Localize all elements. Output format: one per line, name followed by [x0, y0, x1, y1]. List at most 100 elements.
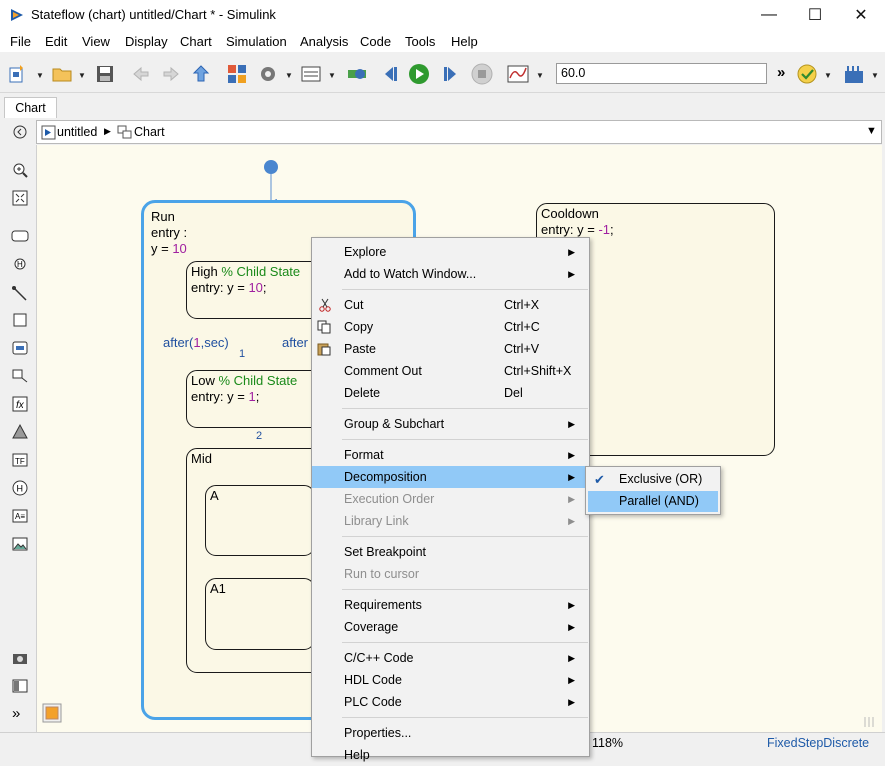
model-advisor-icon[interactable] — [796, 63, 818, 85]
chevron-down-icon[interactable]: ▼ — [285, 71, 293, 80]
open-folder-icon[interactable] — [51, 63, 73, 85]
transition-label-after[interactable]: after — [282, 335, 308, 350]
default-transition-icon[interactable] — [11, 285, 29, 303]
gear-icon[interactable] — [257, 63, 279, 85]
menu-item-format[interactable]: Format ▶ — [312, 444, 589, 466]
submenu-item-label: Exclusive (OR) — [619, 472, 703, 486]
zoom-in-icon[interactable] — [11, 161, 29, 179]
history-icon[interactable]: H — [11, 479, 29, 497]
step-back-icon[interactable] — [379, 63, 401, 85]
menu-item-group-subchart[interactable]: Group & Subchart ▶ — [312, 413, 589, 435]
solver-link[interactable]: FixedStepDiscrete — [767, 736, 869, 750]
chevron-down-icon[interactable]: ▼ — [328, 71, 336, 80]
default-transition-dot[interactable] — [264, 160, 278, 174]
menu-item-requirements[interactable]: Requirements ▶ — [312, 594, 589, 616]
back-arrow-icon[interactable] — [130, 63, 152, 85]
menu-item-explore[interactable]: Explore ▶ — [312, 241, 589, 263]
explorer-bar-icon[interactable] — [42, 703, 62, 723]
hide-explorer-icon[interactable] — [11, 123, 29, 141]
chevron-down-icon[interactable]: ▼ — [36, 71, 44, 80]
new-model-icon[interactable] — [8, 63, 30, 85]
menu-item-add-to-watch[interactable]: Add to Watch Window... ▶ — [312, 263, 589, 285]
menu-item-run-to-cursor[interactable]: Run to cursor — [312, 563, 589, 585]
state-tool-icon[interactable] — [11, 227, 29, 245]
graphical-function-icon[interactable] — [11, 367, 29, 385]
library-browser-icon[interactable] — [226, 63, 248, 85]
breadcrumb-chart[interactable]: Chart — [134, 125, 165, 139]
simulink-block-icon[interactable] — [11, 423, 29, 441]
submenu-item-parallel-and[interactable]: Parallel (AND) — [588, 491, 718, 512]
expand-palette-icon[interactable]: » — [12, 705, 20, 722]
zoom-level: 118% — [592, 736, 624, 750]
menu-edit[interactable]: Edit — [45, 34, 67, 49]
chevron-down-icon[interactable]: ▼ — [824, 71, 832, 80]
chevron-down-icon[interactable]: ▼ — [871, 71, 879, 80]
annotation-icon[interactable]: A≡ — [11, 507, 29, 525]
model-explorer-icon[interactable] — [300, 63, 322, 85]
scope-icon[interactable] — [507, 63, 529, 85]
menu-item-execution-order[interactable]: Execution Order ▶ — [312, 488, 589, 510]
maximize-button[interactable]: ☐ — [792, 0, 838, 30]
state-a1[interactable]: A1 — [205, 578, 315, 650]
run-icon[interactable] — [408, 63, 430, 85]
build-icon[interactable] — [843, 63, 865, 85]
camera-icon[interactable] — [11, 649, 29, 667]
menu-code[interactable]: Code — [360, 34, 391, 49]
update-diagram-icon[interactable] — [346, 63, 368, 85]
close-button[interactable]: ✕ — [838, 0, 884, 30]
menu-help[interactable]: Help — [451, 34, 478, 49]
forward-arrow-icon[interactable] — [160, 63, 182, 85]
submenu-item-exclusive-or[interactable]: ✔ Exclusive (OR) — [588, 469, 718, 490]
step-forward-icon[interactable] — [440, 63, 462, 85]
menu-item-comment-out[interactable]: Comment Out Ctrl+Shift+X — [312, 360, 589, 382]
chevron-down-icon[interactable]: ▼ — [866, 125, 877, 137]
menu-item-c-cpp-code[interactable]: C/C++ Code ▶ — [312, 647, 589, 669]
toolbar-overflow-icon[interactable]: » — [777, 64, 785, 81]
window-title: Stateflow (chart) untitled/Chart * - Sim… — [31, 7, 276, 22]
stop-icon[interactable] — [471, 63, 493, 85]
menu-chart[interactable]: Chart — [180, 34, 212, 49]
menu-display[interactable]: Display — [125, 34, 168, 49]
up-arrow-icon[interactable] — [190, 63, 212, 85]
menu-item-coverage[interactable]: Coverage ▶ — [312, 616, 589, 638]
menu-simulation[interactable]: Simulation — [226, 34, 287, 49]
menu-tools[interactable]: Tools — [405, 34, 435, 49]
menu-item-plc-code[interactable]: PLC Code ▶ — [312, 691, 589, 713]
matlab-function-icon[interactable]: fx — [11, 395, 29, 413]
menu-item-copy[interactable]: Copy Ctrl+C — [312, 316, 589, 338]
menu-item-shortcut: Ctrl+Shift+X — [504, 364, 572, 378]
menu-item-properties[interactable]: Properties... — [312, 722, 589, 744]
history-junction-icon[interactable]: H — [11, 255, 29, 273]
transition-label-after-1sec[interactable]: after(1,sec) — [163, 335, 229, 350]
menu-item-library-link[interactable]: Library Link ▶ — [312, 510, 589, 532]
menu-item-hdl-code[interactable]: HDL Code ▶ — [312, 669, 589, 691]
box-tool-icon[interactable] — [11, 311, 29, 329]
menu-item-help[interactable]: Help — [312, 744, 589, 766]
breadcrumb-model[interactable]: untitled — [57, 125, 97, 139]
chevron-down-icon[interactable]: ▼ — [536, 71, 544, 80]
simulink-function-icon[interactable] — [11, 339, 29, 357]
truth-table-icon[interactable]: TF — [11, 451, 29, 469]
submenu-arrow-icon: ▶ — [568, 622, 575, 632]
fit-to-view-icon[interactable] — [11, 189, 29, 207]
model-browser-icon[interactable] — [11, 677, 29, 695]
menu-view[interactable]: View — [82, 34, 110, 49]
minimize-button[interactable]: — — [746, 0, 792, 30]
tab-chart[interactable]: Chart — [4, 97, 57, 118]
menu-item-shortcut: Ctrl+C — [504, 320, 540, 334]
menu-separator — [342, 589, 588, 590]
stop-time-input[interactable]: 60.0 — [556, 63, 767, 84]
menu-item-set-breakpoint[interactable]: Set Breakpoint — [312, 541, 589, 563]
menu-analysis[interactable]: Analysis — [300, 34, 348, 49]
menu-item-delete[interactable]: Delete Del — [312, 382, 589, 404]
menu-item-decomposition[interactable]: Decomposition ▶ — [312, 466, 589, 488]
menu-item-paste[interactable]: Paste Ctrl+V — [312, 338, 589, 360]
state-a[interactable]: A — [205, 485, 315, 556]
chevron-down-icon[interactable]: ▼ — [78, 71, 86, 80]
resize-grip-icon[interactable] — [861, 715, 879, 729]
image-icon[interactable] — [11, 535, 29, 553]
menu-item-cut[interactable]: Cut Ctrl+X — [312, 294, 589, 316]
menu-item-label: Explore — [344, 245, 387, 259]
menu-file[interactable]: File — [10, 34, 31, 49]
save-icon[interactable] — [94, 63, 116, 85]
